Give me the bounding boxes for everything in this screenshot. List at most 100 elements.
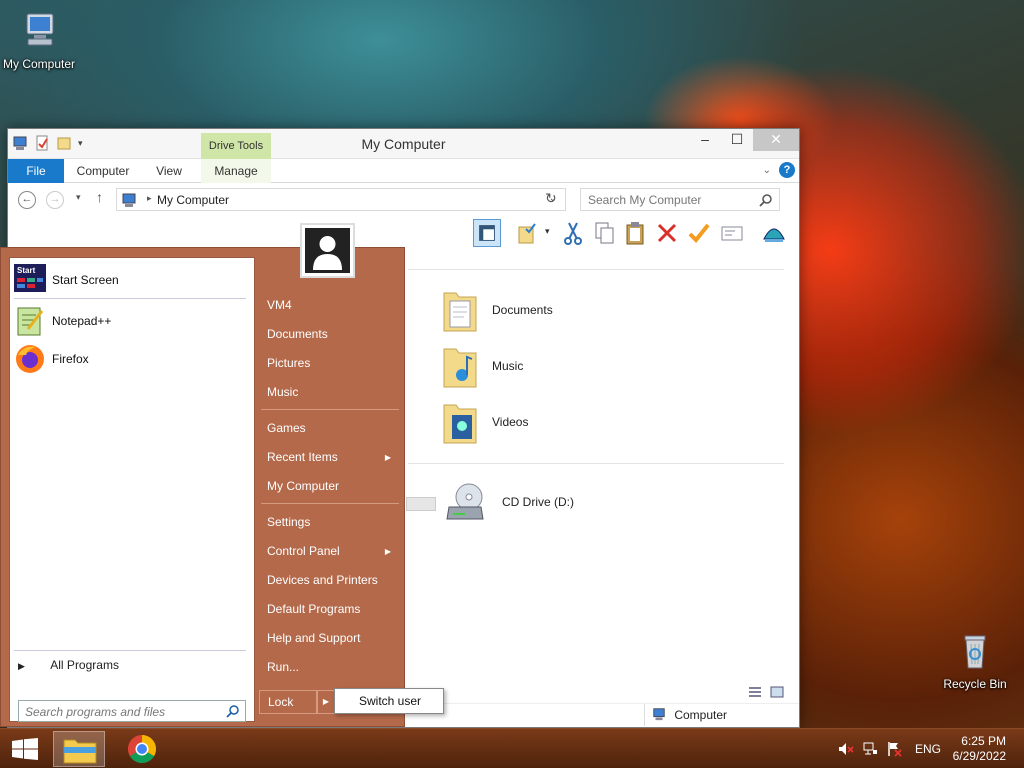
status-location-text: Computer	[674, 708, 728, 722]
start-search-box[interactable]: Search programs and files	[18, 700, 246, 722]
lock-button[interactable]: Lock	[259, 690, 317, 714]
start-search-placeholder: Search programs and files	[25, 705, 166, 719]
action-center-flag-icon[interactable]	[886, 741, 902, 757]
documents-folder-icon	[443, 292, 477, 332]
details-view-icon[interactable]	[748, 686, 762, 698]
language-indicator[interactable]: ENG	[915, 742, 941, 756]
preview-pane-icon[interactable]	[473, 219, 501, 247]
section-divider	[408, 463, 784, 464]
taskbar-file-explorer[interactable]	[53, 731, 105, 767]
start-item-settings[interactable]: Settings	[267, 515, 310, 529]
music-folder-icon	[443, 348, 477, 388]
start-item-run[interactable]: Run...	[267, 660, 299, 674]
start-item-control-panel[interactable]: Control Panel	[267, 544, 340, 558]
system-clock[interactable]: 6:25 PM 6/29/2022	[953, 734, 1006, 764]
start-item-pictures[interactable]: Pictures	[267, 356, 310, 370]
paste-icon[interactable]	[621, 219, 649, 247]
start-menu: Start Start Screen Notepad++ Firefox ▶ A…	[0, 247, 405, 727]
drive-item-cd[interactable]: CD Drive (D:)	[442, 479, 574, 525]
rename-check-icon[interactable]	[685, 219, 713, 247]
desktop-icon-recycle-bin[interactable]: Recycle Bin	[933, 630, 1017, 691]
network-icon[interactable]	[862, 741, 878, 757]
tab-manage[interactable]: Manage	[201, 159, 271, 183]
computer-small-icon	[653, 708, 665, 721]
properties-dropdown-icon[interactable]: ▾	[545, 226, 550, 237]
delete-icon[interactable]	[653, 219, 681, 247]
folder-item-documents[interactable]: Documents	[442, 287, 553, 333]
close-button[interactable]: ✕	[753, 129, 799, 151]
maximize-button[interactable]: ☐	[721, 129, 753, 151]
desktop-icon-my-computer[interactable]: My Computer	[0, 10, 81, 71]
all-programs-item[interactable]: ▶ All Programs	[18, 658, 119, 672]
folder-label: Music	[492, 359, 524, 373]
properties-checklist-icon[interactable]	[513, 219, 541, 247]
start-item-default-programs[interactable]: Default Programs	[267, 602, 360, 616]
tab-file[interactable]: File	[8, 159, 64, 183]
search-placeholder: Search My Computer	[588, 193, 702, 207]
places-divider	[261, 409, 399, 410]
address-field[interactable]: ▸ My Computer ⌄	[116, 188, 566, 211]
start-screen-icon: Start	[14, 264, 46, 292]
window-title: My Computer	[361, 136, 446, 152]
program-label: Notepad++	[52, 314, 112, 328]
copy-icon[interactable]	[590, 219, 618, 247]
program-label: Start Screen	[52, 273, 119, 287]
status-location: Computer	[644, 704, 794, 726]
taskbar: ENG 6:25 PM 6/29/2022	[0, 728, 1024, 768]
large-icons-view-icon[interactable]	[770, 686, 784, 698]
start-item-user[interactable]: VM4	[267, 298, 292, 312]
folder-item-music[interactable]: Music	[442, 343, 523, 389]
minimize-button[interactable]: –	[689, 129, 721, 151]
breadcrumb-chevron-icon[interactable]: ▸	[147, 193, 152, 204]
program-item-notepad-plus-plus[interactable]: Notepad++	[14, 305, 111, 337]
start-item-recent-items[interactable]: Recent Items	[267, 450, 338, 464]
window-controls: – ☐ ✕	[689, 129, 799, 151]
search-icon[interactable]	[226, 704, 240, 718]
shell-icon[interactable]	[760, 219, 788, 247]
start-button[interactable]	[0, 731, 52, 767]
recent-locations-chevron-icon[interactable]: ▾	[76, 192, 81, 203]
start-item-games[interactable]: Games	[267, 421, 306, 435]
avatar	[305, 228, 350, 273]
switch-user-menu-item[interactable]: Switch user	[334, 688, 444, 714]
up-arrow-icon[interactable]: ↑	[96, 189, 103, 205]
search-box[interactable]: Search My Computer	[580, 188, 780, 211]
start-item-devices-printers[interactable]: Devices and Printers	[267, 573, 378, 587]
start-item-documents[interactable]: Documents	[267, 327, 328, 341]
tab-view[interactable]: View	[144, 159, 194, 183]
ribbon-tabs: File Computer View Manage ⌄ ?	[8, 159, 799, 183]
folder-item-videos[interactable]: Videos	[442, 399, 528, 445]
cut-icon[interactable]	[559, 219, 587, 247]
forward-button[interactable]: →	[46, 191, 64, 209]
details-pane-icon[interactable]	[718, 219, 746, 247]
help-icon[interactable]: ?	[779, 162, 795, 178]
notepad-plus-plus-icon	[17, 307, 44, 336]
videos-folder-icon	[443, 404, 477, 444]
program-item-start-screen[interactable]: Start Start Screen	[14, 264, 119, 296]
drive-label: CD Drive (D:)	[502, 495, 574, 509]
computer-small-icon	[122, 193, 136, 207]
tab-computer[interactable]: Computer	[68, 159, 138, 183]
power-options-arrow-button[interactable]: ▶	[317, 690, 335, 714]
search-icon[interactable]	[759, 193, 773, 207]
svg-text:Start: Start	[17, 266, 36, 275]
user-silhouette-icon	[313, 236, 342, 270]
firefox-icon	[16, 345, 44, 373]
start-item-music[interactable]: Music	[267, 385, 298, 399]
program-item-firefox[interactable]: Firefox	[14, 343, 89, 375]
folder-label: Documents	[492, 303, 553, 317]
computer-icon	[26, 13, 54, 46]
refresh-icon[interactable]: ↻	[545, 190, 557, 207]
user-account-tile[interactable]	[300, 223, 355, 278]
all-programs-label: All Programs	[50, 658, 119, 672]
taskbar-chrome[interactable]	[117, 731, 169, 767]
back-button[interactable]: ←	[18, 191, 36, 209]
places-divider	[261, 503, 399, 504]
volume-muted-icon[interactable]	[838, 742, 854, 756]
start-item-my-computer[interactable]: My Computer	[267, 479, 339, 493]
ribbon-controls: ⌄ ?	[763, 162, 795, 178]
start-menu-programs-pane: Start Start Screen Notepad++ Firefox ▶ A…	[9, 257, 255, 722]
expand-ribbon-chevron-icon[interactable]: ⌄	[763, 165, 771, 176]
start-item-help-support[interactable]: Help and Support	[267, 631, 360, 645]
drive-capacity-bar	[406, 497, 436, 511]
